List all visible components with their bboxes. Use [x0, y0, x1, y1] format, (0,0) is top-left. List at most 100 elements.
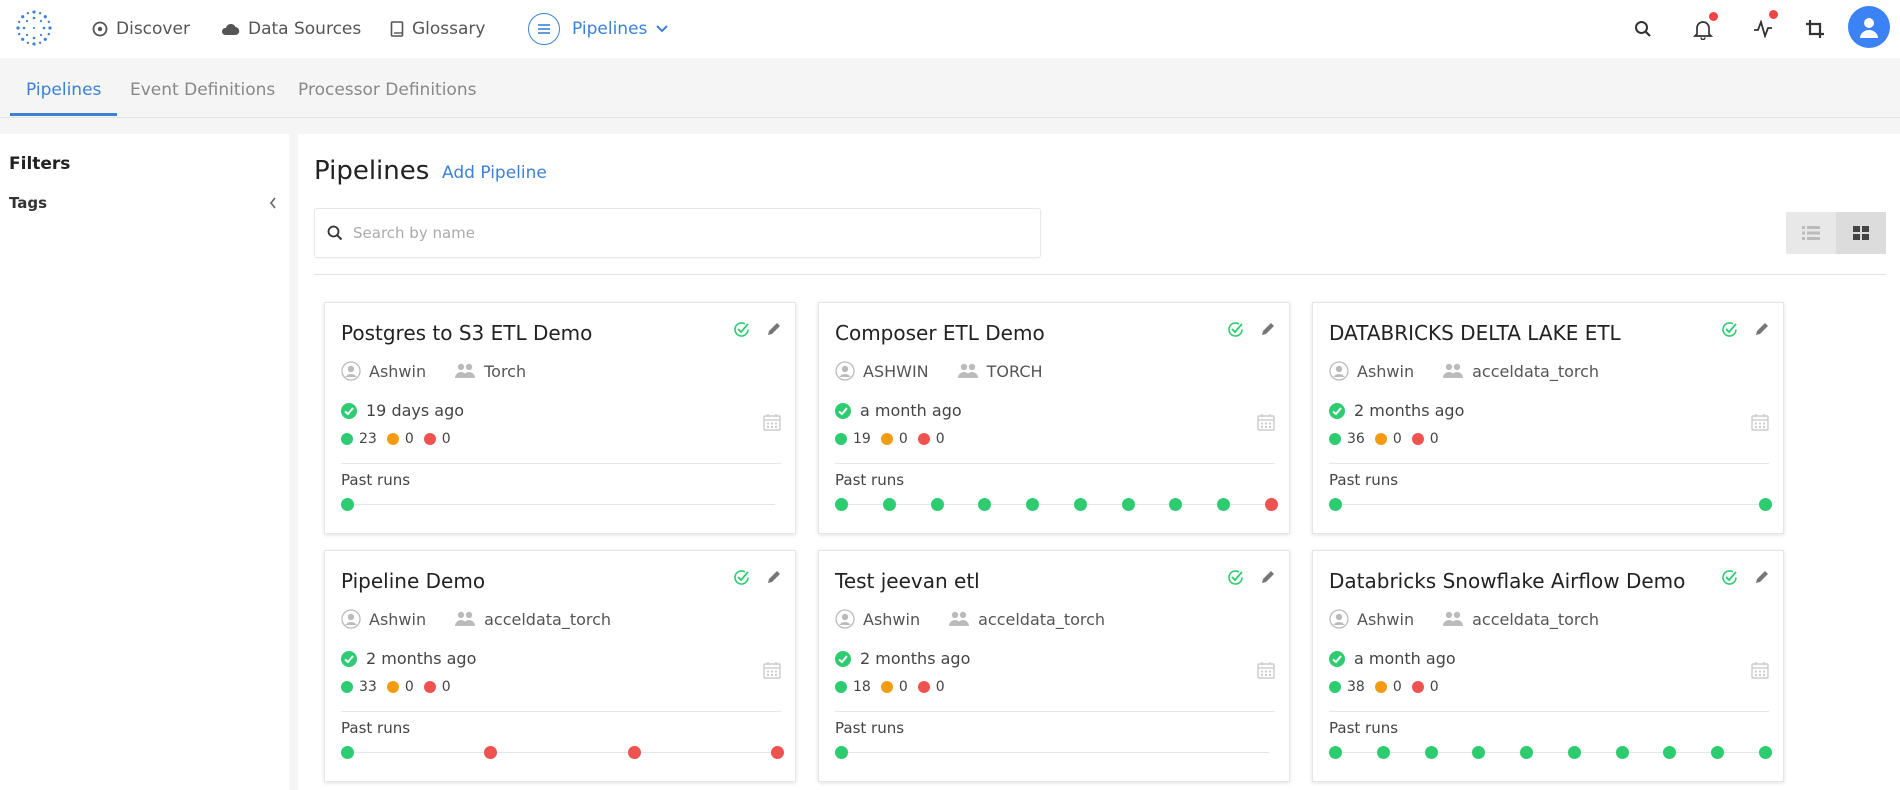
past-run-success-dot[interactable]: [1424, 746, 1438, 759]
search-icon[interactable]: [1628, 14, 1658, 44]
pipeline-title[interactable]: DATABRICKS DELTA LAKE ETL: [1329, 321, 1621, 345]
past-run-success-dot[interactable]: [1472, 746, 1486, 759]
pipeline-card[interactable]: Databricks Snowflake Airflow Demo Ashwin…: [1312, 550, 1784, 782]
chevron-left-icon[interactable]: [269, 197, 277, 209]
calendar-icon[interactable]: [1257, 413, 1275, 435]
calendar-icon[interactable]: [763, 661, 781, 683]
edit-icon[interactable]: [766, 322, 781, 337]
warning-dot: [1374, 681, 1387, 693]
add-pipeline-button[interactable]: Add Pipeline: [442, 163, 547, 183]
past-run-success-dot[interactable]: [835, 746, 848, 759]
nav-data-sources[interactable]: Data Sources: [220, 0, 361, 58]
team-icon: [1443, 363, 1464, 378]
calendar-icon[interactable]: [1751, 413, 1769, 435]
check-circle-icon[interactable]: [733, 569, 750, 586]
card-actions: [733, 321, 781, 338]
pipeline-title[interactable]: Databricks Snowflake Airflow Demo: [1329, 569, 1685, 593]
user-icon: [341, 609, 361, 629]
past-run-failed-dot[interactable]: [484, 746, 498, 759]
list-view-button[interactable]: [1786, 212, 1836, 254]
error-dot: [1411, 681, 1424, 693]
past-run-failed-dot[interactable]: [627, 746, 641, 759]
tab-event-definitions[interactable]: Event Definitions: [114, 80, 291, 116]
past-run-success-dot[interactable]: [1329, 498, 1342, 511]
past-run-success-dot[interactable]: [1329, 746, 1342, 759]
pipeline-card[interactable]: Pipeline Demo Ashwin acceldata_torch 2 m…: [324, 550, 796, 782]
past-runs-label: Past runs: [341, 719, 411, 737]
check-circle-icon[interactable]: [1721, 569, 1738, 586]
nav-discover[interactable]: Discover: [92, 0, 190, 58]
warning-dot: [880, 681, 893, 693]
pipeline-card[interactable]: Composer ETL Demo ASHWIN TORCH a month a…: [818, 302, 1290, 534]
past-run-success-dot[interactable]: [835, 498, 848, 511]
check-circle-icon[interactable]: [1721, 321, 1738, 338]
calendar-icon[interactable]: [1257, 661, 1275, 683]
warning-count: 0: [1392, 431, 1402, 447]
warning-count: 0: [898, 431, 908, 447]
pipeline-title[interactable]: Test jeevan etl: [835, 569, 980, 593]
past-run-failed-dot[interactable]: [1265, 498, 1278, 511]
error-dot: [917, 433, 930, 445]
pipeline-title[interactable]: Composer ETL Demo: [835, 321, 1045, 345]
pipeline-card[interactable]: DATABRICKS DELTA LAKE ETL Ashwin accelda…: [1312, 302, 1784, 534]
tab-processor-definitions[interactable]: Processor Definitions: [282, 80, 492, 116]
last-run: a month ago: [1329, 649, 1456, 668]
user-avatar[interactable]: [1848, 6, 1890, 48]
last-run-time: a month ago: [860, 401, 962, 420]
past-run-success-dot[interactable]: [1615, 746, 1629, 759]
bell-icon[interactable]: [1688, 12, 1718, 44]
pipeline-card[interactable]: Postgres to S3 ETL Demo Ashwin Torch 19 …: [324, 302, 796, 534]
app-logo-icon[interactable]: [14, 8, 54, 48]
past-run-success-dot[interactable]: [882, 498, 896, 511]
check-circle-icon[interactable]: [733, 321, 750, 338]
past-run-failed-dot[interactable]: [771, 746, 784, 759]
pipeline-meta: Ashwin acceldata_torch: [341, 609, 611, 629]
past-run-success-dot[interactable]: [1169, 498, 1183, 511]
past-run-success-dot[interactable]: [1520, 746, 1534, 759]
past-run-success-dot[interactable]: [1567, 746, 1581, 759]
error-dot: [423, 433, 436, 445]
past-run-success-dot[interactable]: [930, 498, 944, 511]
grid-view-button[interactable]: [1836, 212, 1886, 254]
pipeline-card[interactable]: Test jeevan etl Ashwin acceldata_torch 2…: [818, 550, 1290, 782]
chevron-down-icon[interactable]: [655, 24, 669, 34]
past-run-success-dot[interactable]: [1073, 498, 1087, 511]
edit-icon[interactable]: [1754, 570, 1769, 585]
past-run-success-dot[interactable]: [1759, 498, 1772, 511]
error-count: 0: [441, 679, 451, 695]
past-run-success-dot[interactable]: [1711, 746, 1725, 759]
past-runs-track: [347, 504, 775, 505]
team-icon: [455, 611, 476, 626]
past-run-success-dot[interactable]: [1121, 498, 1135, 511]
activity-icon[interactable]: [1748, 10, 1778, 44]
edit-icon[interactable]: [1260, 570, 1275, 585]
nav-glossary[interactable]: Glossary: [390, 0, 485, 58]
pipeline-meta: Ashwin acceldata_torch: [1329, 609, 1599, 629]
calendar-icon[interactable]: [763, 413, 781, 435]
search-input[interactable]: [353, 224, 1013, 242]
past-run-success-dot[interactable]: [1026, 498, 1040, 511]
nav-pipelines[interactable]: Pipelines: [528, 0, 669, 58]
past-run-success-dot[interactable]: [341, 746, 354, 759]
pipeline-title[interactable]: Pipeline Demo: [341, 569, 485, 593]
past-run-success-dot[interactable]: [341, 498, 354, 511]
last-run: 19 days ago: [341, 401, 464, 420]
past-run-success-dot[interactable]: [1663, 746, 1677, 759]
tab-pipelines[interactable]: Pipelines: [10, 80, 118, 116]
edit-icon[interactable]: [1754, 322, 1769, 337]
past-run-success-dot[interactable]: [1217, 498, 1231, 511]
warning-dot: [880, 433, 893, 445]
pipeline-title[interactable]: Postgres to S3 ETL Demo: [341, 321, 592, 345]
check-circle-icon[interactable]: [1227, 321, 1244, 338]
past-run-success-dot[interactable]: [978, 498, 992, 511]
user-icon: [341, 361, 361, 381]
edit-icon[interactable]: [1260, 322, 1275, 337]
check-circle-icon[interactable]: [1227, 569, 1244, 586]
tags-filter[interactable]: Tags: [9, 194, 277, 212]
crop-icon[interactable]: [1800, 14, 1830, 44]
error-dot: [917, 681, 930, 693]
past-run-success-dot[interactable]: [1759, 746, 1772, 759]
past-run-success-dot[interactable]: [1376, 746, 1390, 759]
edit-icon[interactable]: [766, 570, 781, 585]
calendar-icon[interactable]: [1751, 661, 1769, 683]
